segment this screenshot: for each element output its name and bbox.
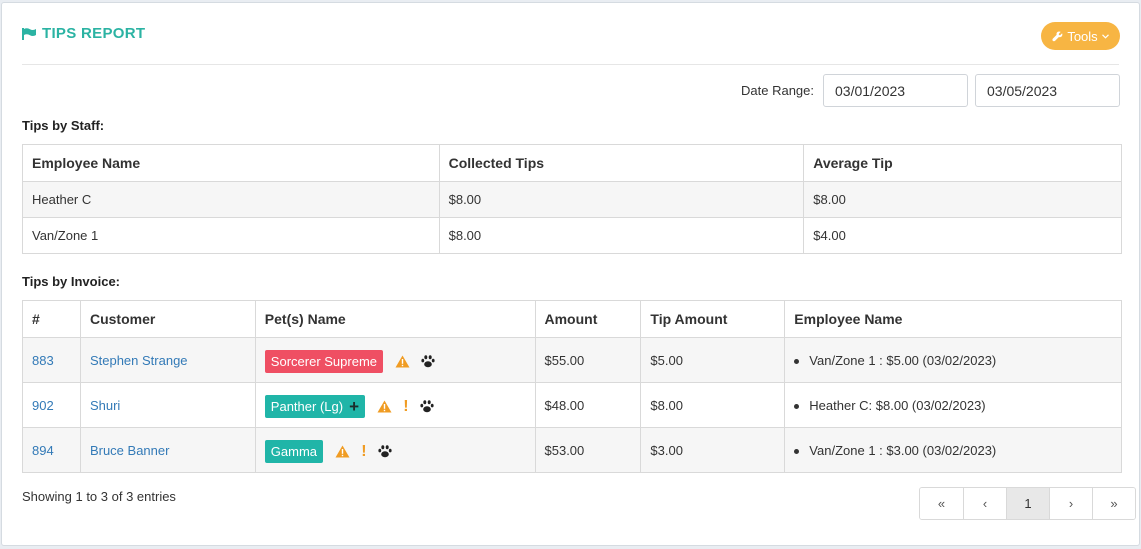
pagination: « ‹ 1 › » bbox=[919, 487, 1136, 520]
employee-tip-item: Van/Zone 1 : $5.00 (03/02/2023) bbox=[794, 353, 1121, 368]
last-page-button[interactable]: » bbox=[1092, 488, 1135, 519]
pet-tag[interactable]: Panther (Lg) + bbox=[264, 395, 365, 418]
table-row: 894 Bruce Banner Gamma ! $53.00 $3.00 Va… bbox=[22, 427, 1122, 473]
pet-tag[interactable]: Sorcerer Supreme bbox=[264, 350, 384, 373]
column-header[interactable]: Employee Name bbox=[22, 144, 440, 182]
tools-label: Tools bbox=[1067, 28, 1098, 44]
invoice-link[interactable]: 883 bbox=[32, 353, 54, 368]
panel-header: TIPS REPORT Tools bbox=[22, 22, 1120, 65]
collected-tips-cell: $8.00 bbox=[438, 217, 805, 254]
tips-by-staff-table: Employee Name Collected Tips Average Tip… bbox=[22, 144, 1122, 254]
invoice-link[interactable]: 902 bbox=[32, 398, 54, 413]
table-header-row: # Customer Pet(s) Name Amount Tip Amount… bbox=[22, 300, 1122, 338]
column-header[interactable]: Employee Name bbox=[784, 300, 1122, 338]
column-header[interactable]: Amount bbox=[534, 300, 642, 338]
amount-cell: $53.00 bbox=[534, 427, 642, 473]
employee-tip-item: Van/Zone 1 : $3.00 (03/02/2023) bbox=[794, 443, 1121, 458]
average-tip-cell: $4.00 bbox=[803, 217, 1122, 254]
tips-by-staff-label: Tips by Staff: bbox=[22, 118, 105, 133]
end-date-input[interactable] bbox=[975, 74, 1120, 107]
pet-tag[interactable]: Gamma bbox=[264, 440, 324, 463]
average-tip-cell: $8.00 bbox=[803, 181, 1122, 218]
paw-icon bbox=[420, 400, 434, 413]
warning-icon bbox=[395, 355, 410, 368]
column-header[interactable]: Collected Tips bbox=[438, 144, 805, 182]
table-header-row: Employee Name Collected Tips Average Tip bbox=[22, 144, 1122, 182]
pet-tag-label: Panther (Lg) bbox=[270, 399, 344, 414]
page-1-button[interactable]: 1 bbox=[1006, 488, 1049, 519]
tip-amount-cell: $5.00 bbox=[640, 337, 786, 383]
warning-icon bbox=[335, 445, 350, 458]
tips-by-invoice-table: # Customer Pet(s) Name Amount Tip Amount… bbox=[22, 300, 1122, 473]
paw-icon bbox=[378, 445, 392, 458]
pet-cell: Sorcerer Supreme bbox=[254, 337, 536, 383]
employee-name-cell: Heather C bbox=[22, 181, 440, 218]
tools-button[interactable]: Tools bbox=[1041, 22, 1120, 50]
chevron-down-icon bbox=[1101, 33, 1109, 39]
customer-link[interactable]: Shuri bbox=[90, 398, 120, 413]
column-header[interactable]: Tip Amount bbox=[640, 300, 786, 338]
tip-amount-cell: $3.00 bbox=[640, 427, 786, 473]
employee-name-cell: Van/Zone 1 bbox=[22, 217, 440, 254]
pet-cell: Gamma ! bbox=[254, 427, 536, 473]
tips-report-panel: TIPS REPORT Tools Date Range: Tips by St… bbox=[1, 2, 1140, 546]
tips-by-invoice-label: Tips by Invoice: bbox=[22, 274, 121, 289]
column-header[interactable]: Average Tip bbox=[803, 144, 1122, 182]
invoice-link[interactable]: 894 bbox=[32, 443, 54, 458]
page-title: TIPS REPORT bbox=[22, 25, 1119, 42]
pet-cell: Panther (Lg) + ! bbox=[254, 382, 536, 428]
table-row: Heather C $8.00 $8.00 bbox=[22, 181, 1122, 218]
customer-link[interactable]: Bruce Banner bbox=[90, 443, 170, 458]
amount-cell: $48.00 bbox=[534, 382, 642, 428]
employee-tip-item: Heather C: $8.00 (03/02/2023) bbox=[794, 398, 1121, 413]
column-header[interactable]: # bbox=[22, 300, 81, 338]
first-page-button[interactable]: « bbox=[920, 488, 963, 519]
wrench-icon bbox=[1052, 31, 1063, 41]
warning-icon bbox=[377, 400, 392, 413]
column-header[interactable]: Customer bbox=[79, 300, 256, 338]
column-header[interactable]: Pet(s) Name bbox=[254, 300, 536, 338]
next-page-button[interactable]: › bbox=[1049, 488, 1092, 519]
paw-icon bbox=[421, 355, 435, 368]
page-title-text: TIPS REPORT bbox=[42, 25, 146, 42]
previous-page-button[interactable]: ‹ bbox=[963, 488, 1006, 519]
start-date-input[interactable] bbox=[823, 74, 968, 107]
date-range-filter: Date Range: bbox=[741, 74, 1120, 107]
plus-icon: + bbox=[349, 397, 359, 416]
customer-link[interactable]: Stephen Strange bbox=[90, 353, 188, 368]
flag-icon bbox=[22, 27, 36, 40]
tip-amount-cell: $8.00 bbox=[640, 382, 786, 428]
exclamation-icon: ! bbox=[361, 442, 367, 460]
employee-cell: Heather C: $8.00 (03/02/2023) bbox=[784, 382, 1122, 428]
exclamation-icon: ! bbox=[403, 397, 409, 415]
table-row: Van/Zone 1 $8.00 $4.00 bbox=[22, 217, 1122, 254]
table-row: 883 Stephen Strange Sorcerer Supreme $55… bbox=[22, 337, 1122, 383]
entries-info: Showing 1 to 3 of 3 entries bbox=[22, 489, 176, 504]
amount-cell: $55.00 bbox=[534, 337, 642, 383]
employee-cell: Van/Zone 1 : $3.00 (03/02/2023) bbox=[784, 427, 1122, 473]
collected-tips-cell: $8.00 bbox=[438, 181, 805, 218]
table-row: 902 Shuri Panther (Lg) + ! $48.00 $8.00 … bbox=[22, 382, 1122, 428]
employee-cell: Van/Zone 1 : $5.00 (03/02/2023) bbox=[784, 337, 1122, 383]
date-range-label: Date Range: bbox=[741, 83, 814, 98]
